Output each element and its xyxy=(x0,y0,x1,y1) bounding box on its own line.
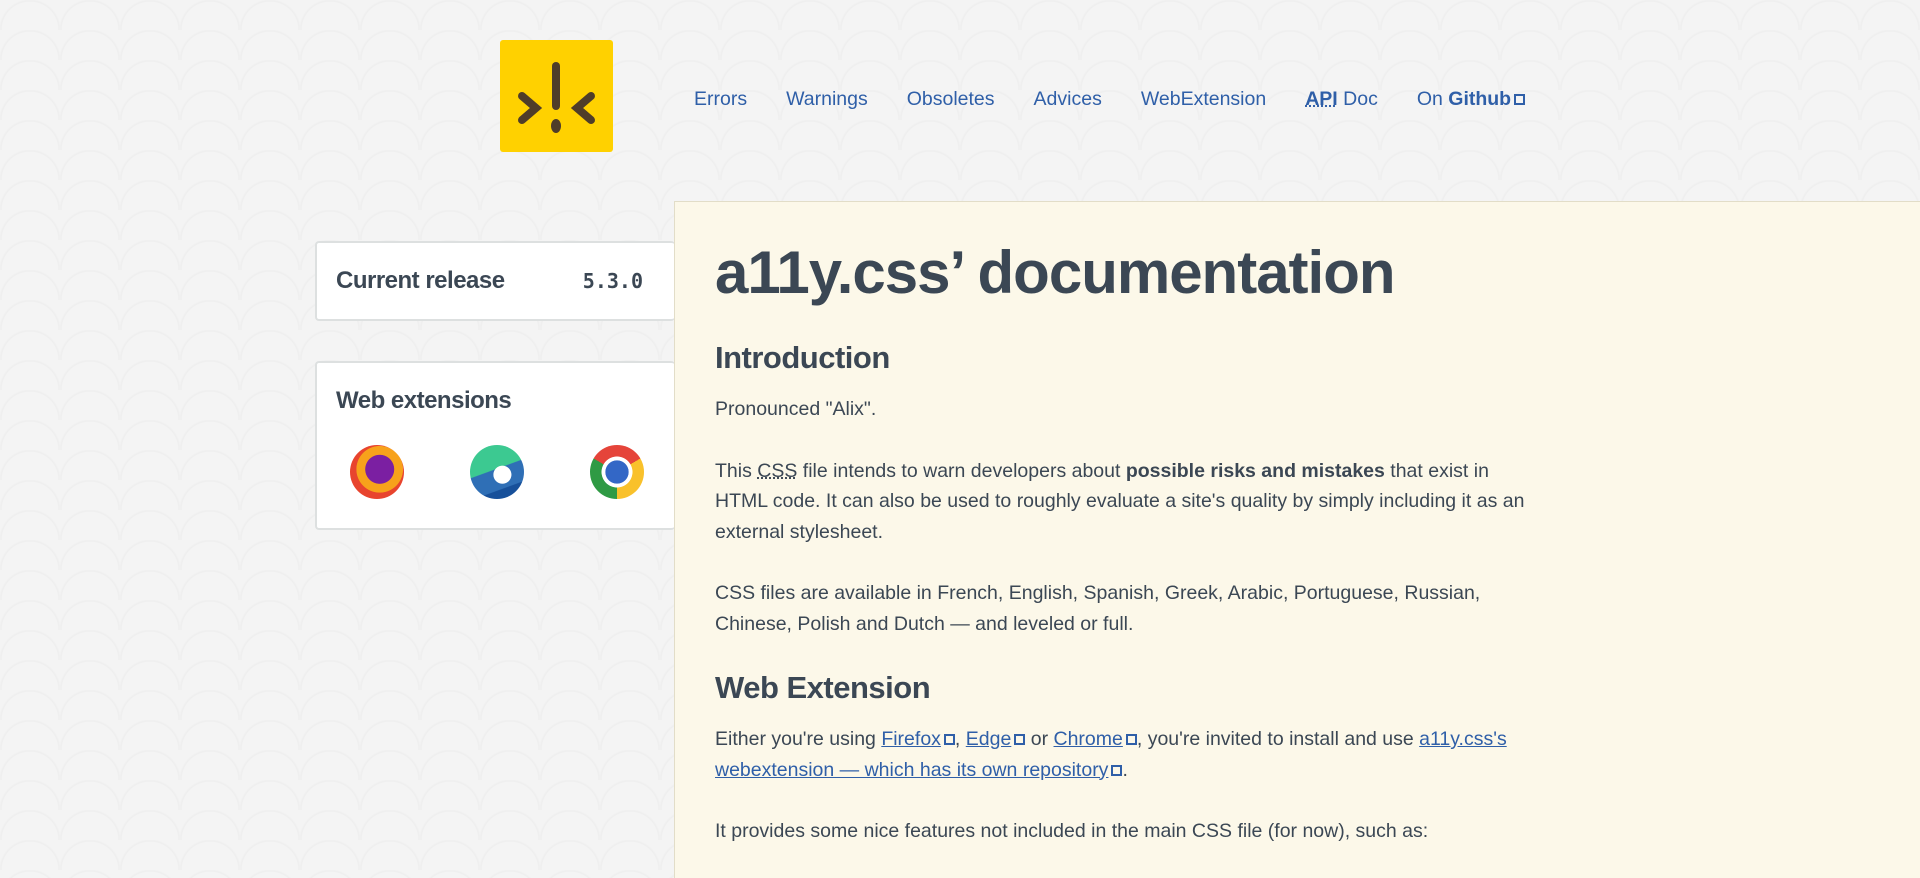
nav-advices[interactable]: Advices xyxy=(1034,88,1102,111)
intro-paragraph: This CSS file intends to warn developers… xyxy=(715,456,1535,548)
pronunciation-text: Pronounced "Alix". xyxy=(715,398,877,420)
github-label: Github xyxy=(1448,88,1512,110)
css-abbr: CSS xyxy=(757,459,798,482)
text: . xyxy=(1122,758,1128,781)
nav-errors[interactable]: Errors xyxy=(694,88,747,111)
text: or xyxy=(1025,728,1054,750)
nav-api-doc[interactable]: API Doc xyxy=(1305,88,1378,111)
introduction-heading: Introduction xyxy=(715,340,890,375)
main-content: a11y.css’ documentation Introduction Pro… xyxy=(674,201,1920,878)
current-release-label: Current release xyxy=(336,267,505,294)
web-extension-paragraph: Either you're using Firefox, Edge or Chr… xyxy=(715,724,1535,785)
edge-icon[interactable] xyxy=(470,445,524,499)
firefox-link[interactable]: Firefox xyxy=(881,728,955,750)
link-text: Chrome xyxy=(1053,728,1123,750)
chrome-icon[interactable] xyxy=(590,445,644,499)
link-text: Edge xyxy=(965,728,1012,750)
nav-obsoletes[interactable]: Obsoletes xyxy=(907,88,995,111)
text: , xyxy=(954,728,966,750)
chrome-link[interactable]: Chrome xyxy=(1054,728,1137,750)
page-title: a11y.css’ documentation xyxy=(715,239,1396,306)
text: Either you're using xyxy=(715,728,882,750)
external-link-icon xyxy=(943,734,955,745)
external-link-icon xyxy=(1111,764,1123,776)
api-abbr: API xyxy=(1305,88,1338,110)
logo[interactable] xyxy=(500,40,613,152)
link-text: Firefox xyxy=(881,728,941,750)
emphasis: possible risks and mistakes xyxy=(1125,459,1385,482)
text: , you're invited to install and use xyxy=(1136,728,1420,750)
current-release-box: Current release 5.3.0 xyxy=(315,241,675,321)
features-intro: It provides some nice features not inclu… xyxy=(715,820,1429,842)
text: file intends to warn developers about xyxy=(797,459,1126,482)
nav-github[interactable]: On Github xyxy=(1416,88,1526,111)
external-link-icon xyxy=(1125,734,1137,745)
web-extensions-box: Web extensions xyxy=(315,361,675,530)
languages-paragraph: CSS files are available in French, Engli… xyxy=(715,582,1481,635)
api-doc-label: Doc xyxy=(1337,88,1378,110)
text: This xyxy=(715,459,758,482)
logo-icon xyxy=(518,62,595,133)
main-nav: Errors Warnings Obsoletes Advices WebExt… xyxy=(694,88,1564,111)
nav-webextension[interactable]: WebExtension xyxy=(1141,88,1266,111)
github-prefix: On xyxy=(1416,88,1449,110)
edge-link[interactable]: Edge xyxy=(966,728,1026,750)
external-link-icon xyxy=(1514,94,1526,105)
external-link-icon xyxy=(1014,734,1026,745)
nav-warnings[interactable]: Warnings xyxy=(786,88,868,111)
firefox-icon[interactable] xyxy=(350,445,404,499)
web-extension-heading: Web Extension xyxy=(715,670,931,705)
release-version: 5.3.0 xyxy=(582,269,643,293)
web-extensions-title: Web extensions xyxy=(336,387,512,414)
